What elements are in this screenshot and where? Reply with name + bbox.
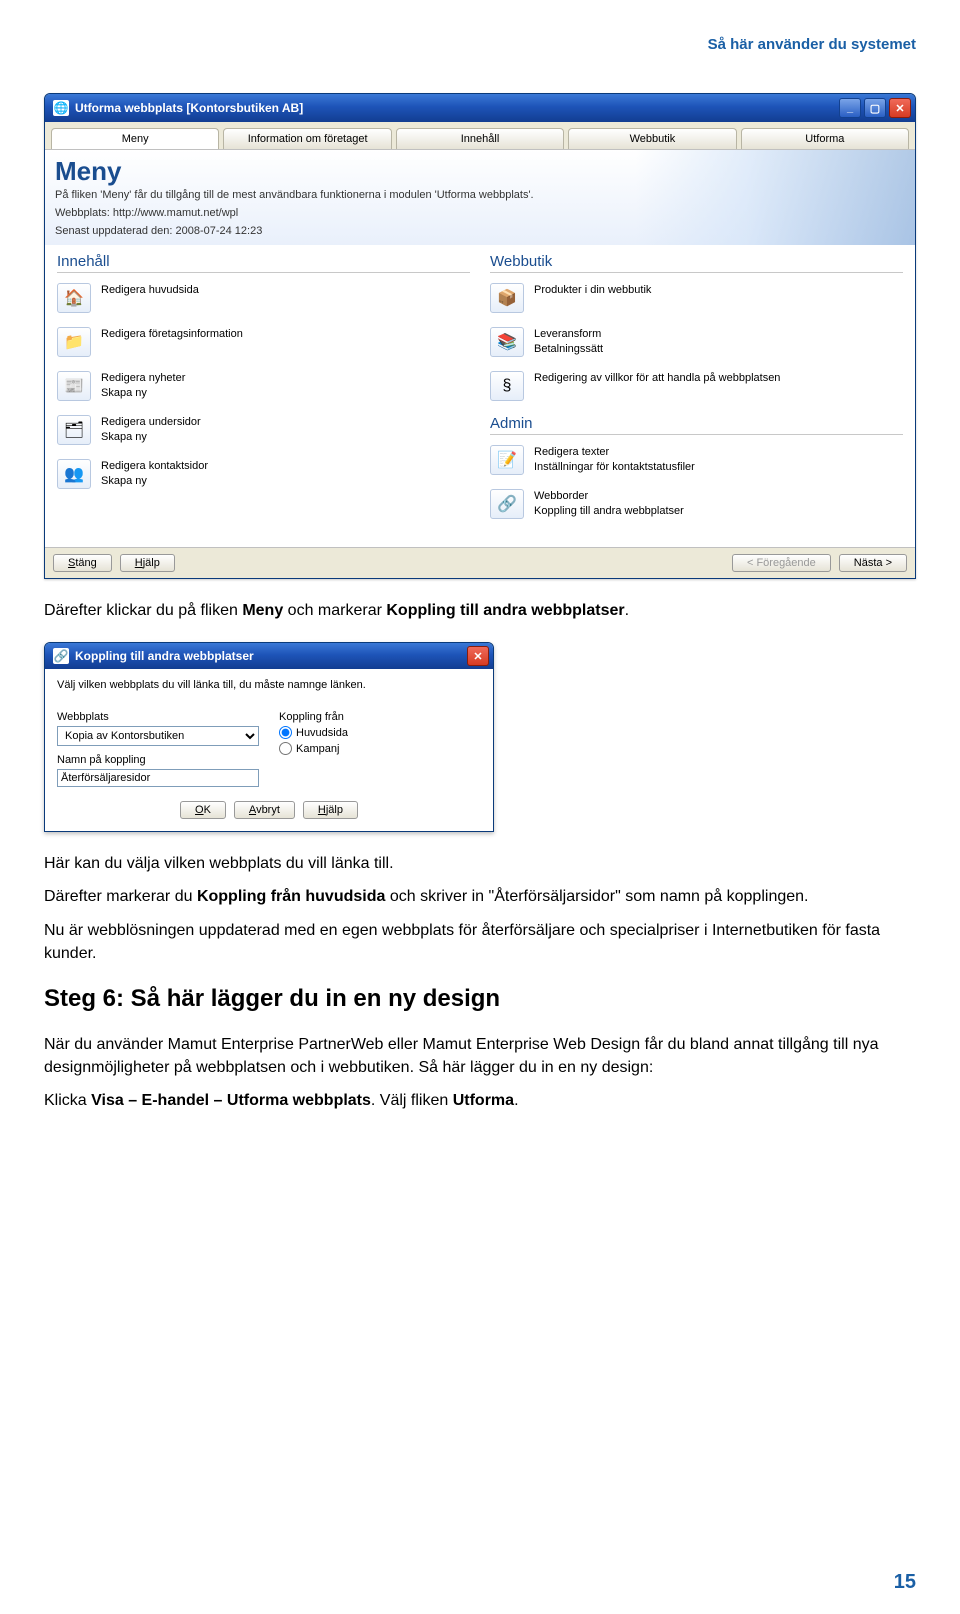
products-icon: 📦 [490, 283, 524, 313]
menu-item[interactable]: 📝 Redigera texterInställningar för kontak… [490, 445, 903, 475]
para5: När du använder Mamut Enterprise Partner… [44, 1033, 916, 1079]
menu-label: Skapa ny [101, 430, 201, 445]
page-header: Meny På fliken 'Meny' får du tillgång ti… [45, 149, 915, 245]
para3: Därefter markerar du Koppling från huvud… [44, 885, 916, 908]
minimize-button[interactable]: _ [839, 98, 861, 118]
menu-label: Koppling till andra webbplatser [534, 504, 684, 519]
colhead-innehall: Innehåll [57, 253, 470, 273]
menu-label: Skapa ny [101, 474, 208, 489]
instruction-paragraph-1: Därefter klickar du på fliken Meny och m… [44, 599, 916, 622]
dialog-title: Koppling till andra webbplatser [75, 649, 467, 663]
shipping-icon: 📚 [490, 327, 524, 357]
terms-icon: § [490, 371, 524, 401]
namn-input[interactable] [57, 769, 259, 787]
cancel-button[interactable]: Avbryt [234, 801, 295, 819]
column-innehall: Innehåll 🏠 Redigera huvudsida 📁 Redigera f… [57, 253, 470, 533]
folder-icon: 📁 [57, 327, 91, 357]
section-header: Så här använder du systemet [44, 36, 916, 53]
menu-item[interactable]: 📰 Redigera nyheterSkapa ny [57, 371, 470, 401]
close-label: täng [75, 557, 96, 569]
menu-label: Redigera kontaktsidor [101, 459, 208, 474]
radio-kampanj-input[interactable] [279, 742, 292, 755]
radio-huvudsida-input[interactable] [279, 726, 292, 739]
window-utforma-webbplats: 🌐 Utforma webbplats [Kontorsbutiken AB] … [44, 93, 916, 579]
colhead-admin: Admin [490, 415, 903, 435]
dialog-koppling: 🔗 Koppling till andra webbplatser ✕ Välj… [44, 642, 494, 832]
dialog-close-button[interactable]: ✕ [467, 646, 489, 666]
para2: Här kan du välja vilken webbplats du vil… [44, 852, 916, 875]
tab-info[interactable]: Information om företaget [223, 128, 391, 149]
help-button[interactable]: Hjälp [120, 554, 175, 572]
titlebar: 🌐 Utforma webbplats [Kontorsbutiken AB] … [45, 94, 915, 122]
para6: Klicka Visa – E-handel – Utforma webbpla… [44, 1089, 916, 1112]
menu-label: Redigera nyheter [101, 371, 185, 386]
para4: Nu är webblösningen uppdaterad med en eg… [44, 919, 916, 965]
column-webbutik-admin: Webbutik 📦 Produkter i din webbutik 📚 Leve… [490, 253, 903, 533]
tab-innehall[interactable]: Innehåll [396, 128, 564, 149]
menu-label: Skapa ny [101, 386, 185, 401]
radio-huvudsida[interactable]: Huvudsida [279, 726, 481, 739]
contact-icon: 👥 [57, 459, 91, 489]
menu-label: Redigering av villkor för att handla på … [534, 371, 780, 386]
window-content: Innehåll 🏠 Redigera huvudsida 📁 Redigera f… [45, 245, 915, 547]
dialog-titlebar: 🔗 Koppling till andra webbplatser ✕ [45, 643, 493, 669]
dialog-icon: 🔗 [53, 648, 69, 664]
home-icon: 🏠 [57, 283, 91, 313]
tab-webbutik[interactable]: Webbutik [568, 128, 736, 149]
webbplats-select[interactable]: Kopia av Kontorsbutiken [57, 726, 259, 746]
window-title: Utforma webbplats [Kontorsbutiken AB] [75, 101, 839, 115]
tab-meny[interactable]: Meny [51, 128, 219, 149]
dialog-content: Välj vilken webbplats du vill länka till… [45, 669, 493, 831]
help-label: jälp [143, 557, 160, 569]
text-icon: 📝 [490, 445, 524, 475]
menu-item[interactable]: 📦 Produkter i din webbutik [490, 283, 903, 313]
ok-button[interactable]: OK [180, 801, 226, 819]
menu-label: Inställningar för kontaktstatusfiler [534, 460, 695, 475]
menu-label: Webborder [534, 489, 684, 504]
menu-item[interactable]: 🔗 WebborderKoppling till andra webbplatse… [490, 489, 903, 519]
link-icon: 🔗 [490, 489, 524, 519]
step-heading: Steg 6: Så här lägger du in en ny design [44, 985, 916, 1013]
menu-item[interactable]: 📚 LeveransformBetalningssätt [490, 327, 903, 357]
menu-label: Betalningssätt [534, 342, 603, 357]
webbplats-label: Webbplats [57, 711, 259, 723]
app-icon: 🌐 [53, 100, 69, 116]
menu-label: Redigera texter [534, 445, 695, 460]
news-icon: 📰 [57, 371, 91, 401]
namn-label: Namn på koppling [57, 754, 259, 766]
close-button[interactable]: ✕ [889, 98, 911, 118]
tab-utforma[interactable]: Utforma [741, 128, 909, 149]
radio-kampanj[interactable]: Kampanj [279, 742, 481, 755]
header-decoration [635, 150, 915, 245]
menu-label: Leveransform [534, 327, 603, 342]
help-button[interactable]: Hjälp [303, 801, 358, 819]
colhead-webbutik: Webbutik [490, 253, 903, 273]
pages-icon: 🗂 [57, 415, 91, 445]
menu-item[interactable]: 👥 Redigera kontaktsidorSkapa ny [57, 459, 470, 489]
menu-label: Redigera undersidor [101, 415, 201, 430]
tab-bar: Meny Information om företaget Innehåll W… [45, 122, 915, 149]
menu-item[interactable]: 📁 Redigera företagsinformation [57, 327, 470, 357]
close-button[interactable]: Stäng [53, 554, 112, 572]
menu-item[interactable]: 🗂 Redigera undersidorSkapa ny [57, 415, 470, 445]
window-footer: Stäng Hjälp < Föregående Nästa > [45, 547, 915, 578]
maximize-button[interactable]: ▢ [864, 98, 886, 118]
prev-button[interactable]: < Föregående [732, 554, 831, 572]
page-number: 15 [894, 1571, 916, 1594]
menu-label: Redigera huvudsida [101, 283, 199, 298]
menu-item[interactable]: § Redigering av villkor för att handla på… [490, 371, 903, 401]
menu-item[interactable]: 🏠 Redigera huvudsida [57, 283, 470, 313]
menu-label: Produkter i din webbutik [534, 283, 651, 298]
next-button[interactable]: Nästa > [839, 554, 907, 572]
menu-label: Redigera företagsinformation [101, 327, 243, 342]
dialog-instruction: Välj vilken webbplats du vill länka till… [57, 679, 481, 691]
koppling-label: Koppling från [279, 711, 481, 723]
